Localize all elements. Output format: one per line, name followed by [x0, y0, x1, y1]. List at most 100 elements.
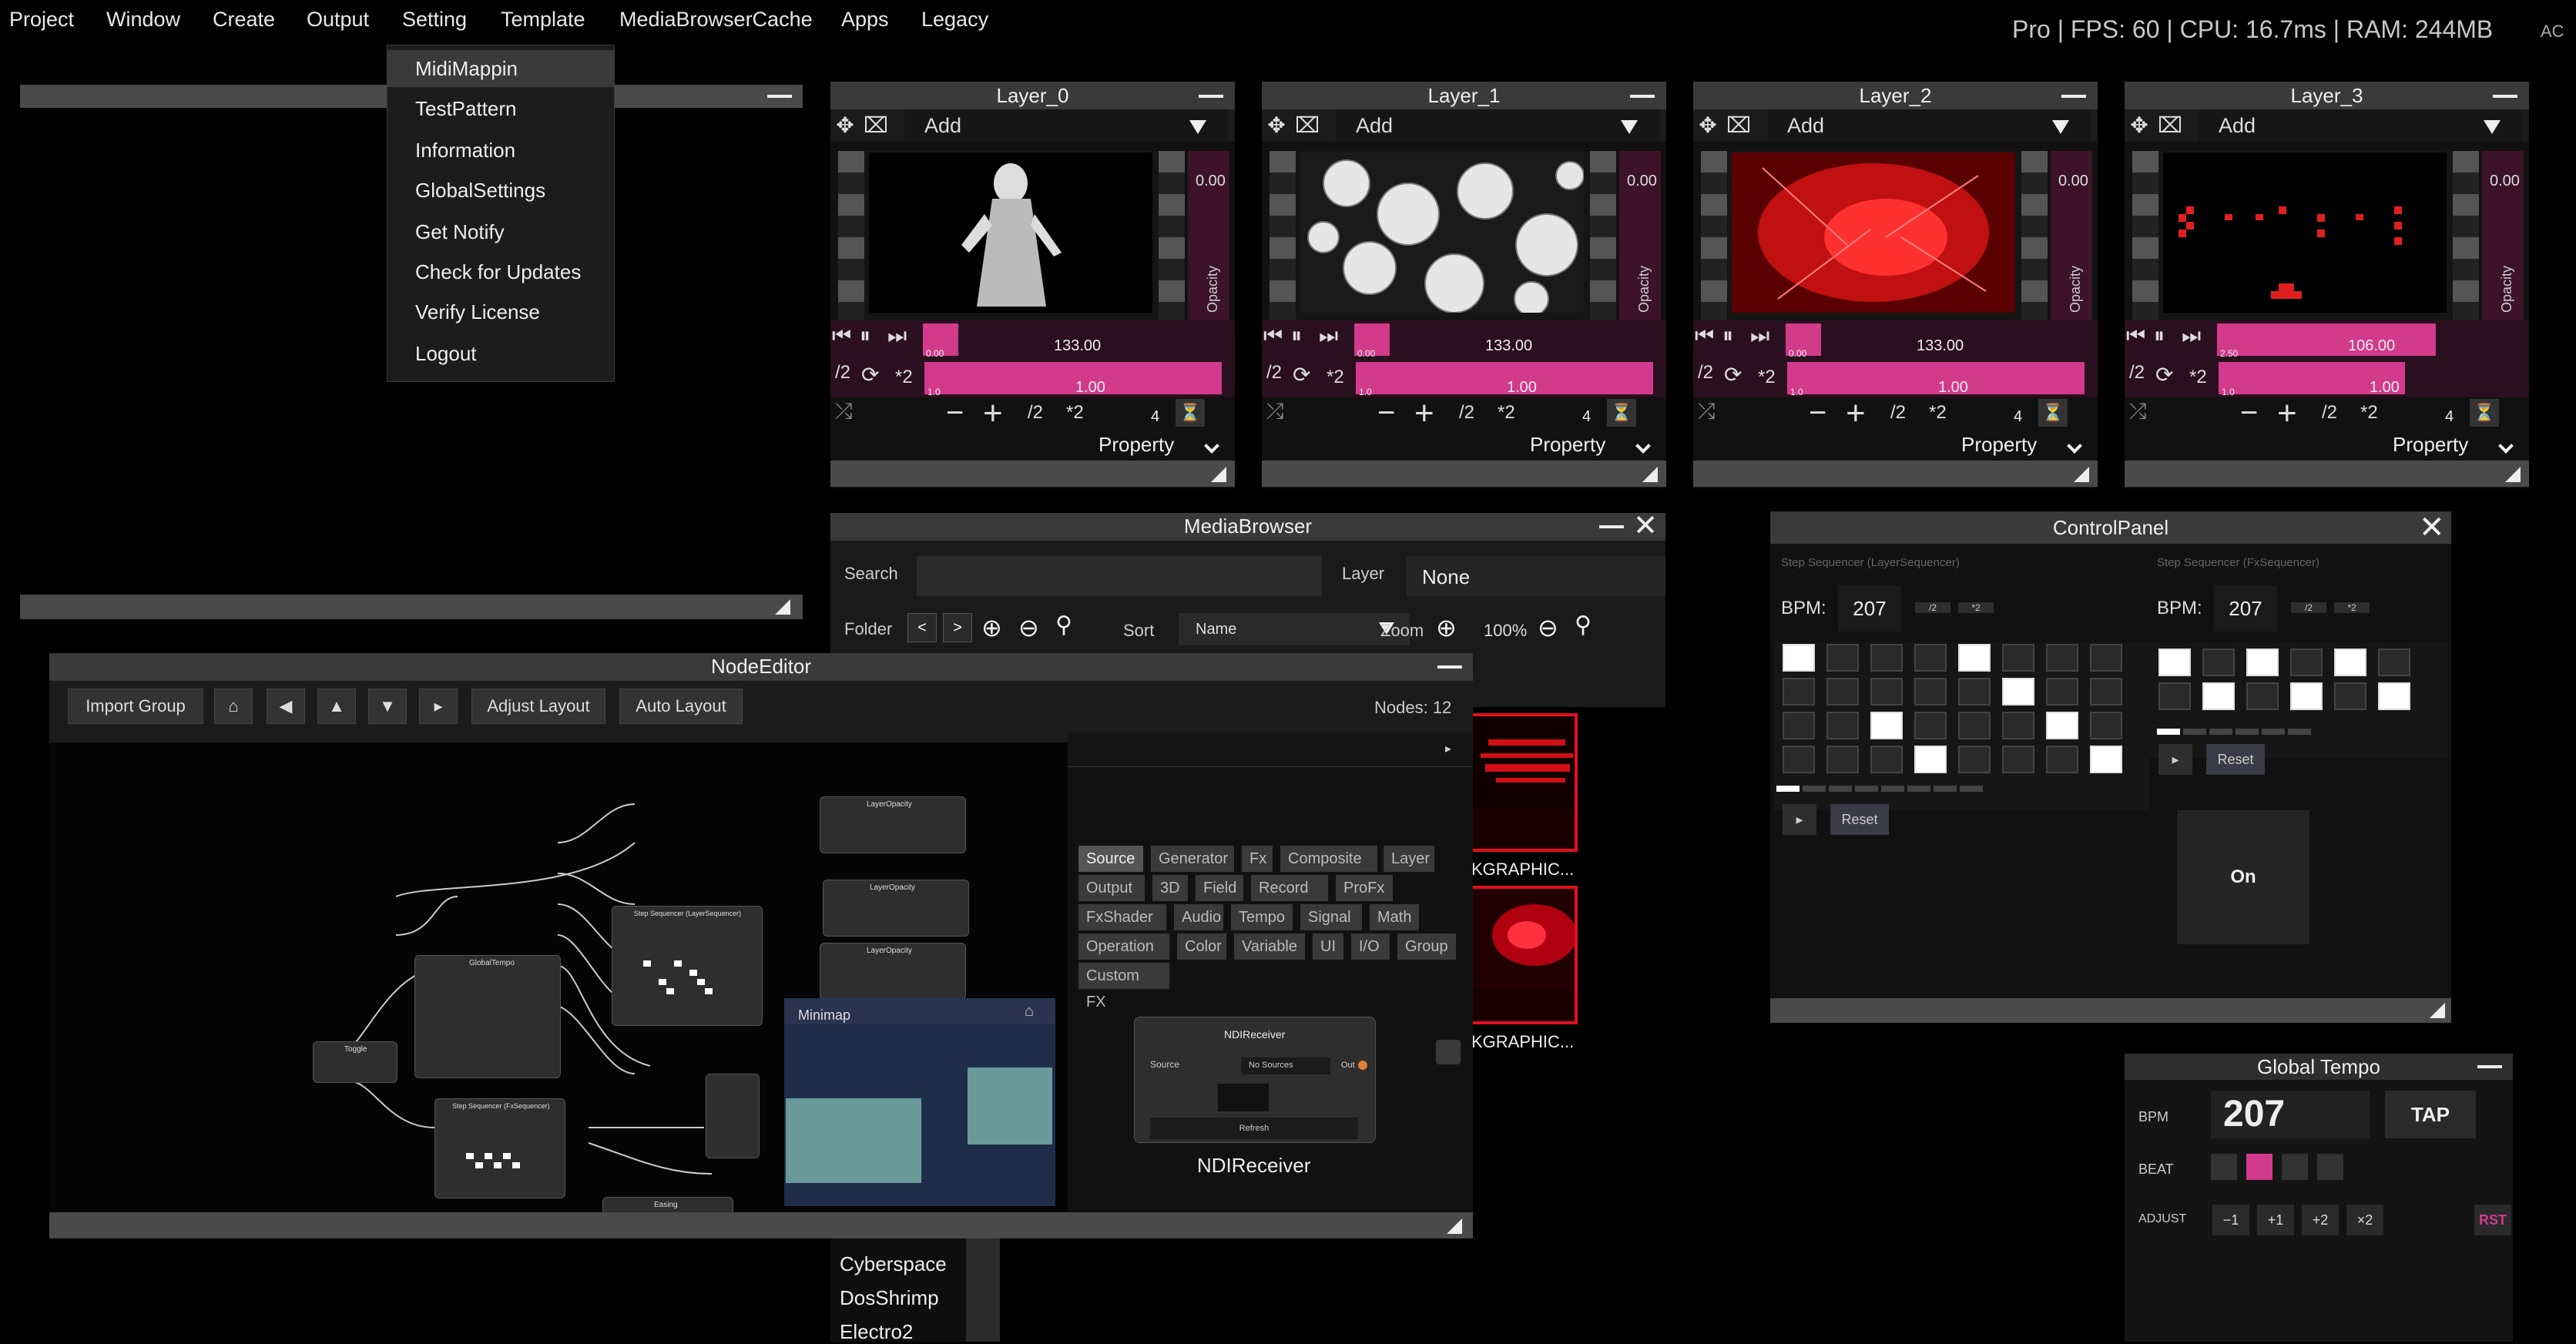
sequencer-step[interactable] — [1914, 678, 1947, 706]
step-double-button[interactable]: *2 — [1498, 402, 1515, 424]
add-select[interactable]: Add — [2199, 109, 2522, 142]
node-easing[interactable]: Easing — [602, 1197, 733, 1212]
category-tag-layer[interactable]: Layer — [1384, 846, 1434, 872]
repeat-icon[interactable]: ⟳ — [1724, 362, 1742, 387]
move-icon[interactable]: ✥ — [1263, 112, 1290, 139]
menu-mediabrowsercache[interactable]: MediaBrowserCache — [619, 8, 813, 32]
sequencer-step[interactable] — [2002, 644, 2034, 672]
ndi-refresh-button[interactable]: Refresh — [1150, 1118, 1358, 1139]
sequencer-step[interactable] — [2158, 649, 2191, 676]
media-thumbnail[interactable] — [1470, 886, 1578, 1024]
menu-item-check-for-updates[interactable]: Check for Updates — [387, 253, 614, 290]
add-select[interactable]: Add — [904, 109, 1228, 142]
ratio-double-button[interactable]: *2 — [1758, 367, 1776, 388]
pan-left-button[interactable]: ◀ — [267, 689, 305, 724]
step-double-button[interactable]: *2 — [1066, 402, 1084, 424]
resize-handle-icon[interactable] — [2074, 467, 2089, 482]
on-button[interactable]: On — [2177, 810, 2309, 944]
sequencer-step[interactable] — [1826, 746, 1859, 773]
step-double-button[interactable]: *2 — [2360, 402, 2378, 424]
category-tag-audio[interactable]: Audio — [1174, 904, 1223, 930]
sequencer-step[interactable] — [2290, 682, 2323, 710]
sequencer-step[interactable] — [2090, 678, 2122, 706]
category-tag-signal[interactable]: Signal — [1300, 904, 1362, 930]
resize-handle-icon[interactable] — [775, 599, 790, 615]
sequencer-step[interactable] — [2002, 746, 2034, 773]
metronome-icon[interactable]: ⏳ — [2038, 399, 2068, 427]
menu-item-testpattern[interactable]: TestPattern — [387, 90, 614, 127]
adjust-times2-button[interactable]: ×2 — [2346, 1205, 2383, 1235]
metronome-icon[interactable]: ⏳ — [1176, 399, 1205, 427]
pan-up-button[interactable]: ▲ — [317, 689, 356, 724]
node-step-sequencer-layer[interactable]: Step Sequencer (LayerSequencer) — [612, 906, 763, 1026]
minus-icon[interactable]: − — [946, 396, 964, 431]
sequencer-step[interactable] — [2090, 644, 2122, 672]
layer-thumbnail[interactable] — [1300, 152, 1585, 317]
resize-handle-icon[interactable] — [1211, 467, 1226, 482]
add-select[interactable]: Add — [1336, 109, 1659, 142]
sequencer-step[interactable] — [2246, 649, 2279, 676]
node-layer-opacity[interactable]: LayerOpacity — [820, 943, 966, 1000]
category-tag-fx[interactable]: Fx — [1242, 846, 1273, 872]
menu-apps[interactable]: Apps — [841, 8, 889, 32]
minus-icon[interactable]: − — [2240, 396, 2258, 431]
pan-down-button[interactable]: ▼ — [368, 689, 407, 724]
sequencer-step[interactable] — [2046, 712, 2078, 739]
node-step-sequencer-fx[interactable]: Step Sequencer (FxSequencer) — [434, 1098, 565, 1198]
minimize-icon[interactable] — [1199, 95, 1223, 98]
skip-forward-icon[interactable]: ⏭ — [2182, 323, 2201, 349]
ratio-half-button[interactable]: /2 — [1266, 362, 1282, 384]
bpm-double-button[interactable]: *2 — [2334, 602, 2370, 613]
category-tag-field[interactable]: Field — [1196, 875, 1243, 901]
sequencer-step[interactable] — [1914, 746, 1947, 773]
category-tag-group[interactable]: Group — [1397, 933, 1456, 960]
node-layer-opacity[interactable]: LayerOpacity — [823, 880, 969, 937]
category-tag-profx[interactable]: ProFx — [1336, 875, 1393, 901]
move-icon[interactable]: ✥ — [832, 112, 858, 139]
menu-item-midimappin[interactable]: MidiMappin — [387, 50, 614, 87]
bpm-half-button[interactable]: /2 — [2291, 602, 2326, 613]
fx-sequencer-play-button[interactable]: ▸ — [2158, 744, 2192, 775]
layer-select[interactable]: None — [1407, 556, 1665, 596]
step-double-button[interactable]: *2 — [1929, 402, 1947, 424]
sequencer-step[interactable] — [2046, 746, 2078, 773]
zoom-in-icon[interactable]: ⊕ — [1436, 613, 1457, 642]
sequencer-step[interactable] — [2290, 649, 2323, 676]
search-icon[interactable]: ⚲ — [1055, 612, 1086, 642]
move-icon[interactable]: ✥ — [1695, 112, 1721, 139]
skip-forward-icon[interactable]: ⏭ — [1750, 323, 1769, 349]
property-row[interactable]: Property — [2125, 428, 2529, 459]
adjust-plus1-button[interactable]: +1 — [2257, 1205, 2294, 1235]
pause-icon[interactable]: ⏸ — [1722, 323, 1733, 349]
sequencer-step[interactable] — [1870, 712, 1903, 739]
adjust-minus1-button[interactable]: −1 — [2212, 1205, 2249, 1235]
ratio-slider-fill[interactable] — [1356, 362, 1653, 394]
category-tag-variable[interactable]: Variable — [1234, 933, 1305, 960]
category-tag-fxshader[interactable]: FxShader — [1078, 904, 1166, 930]
metronome-icon[interactable]: ⏳ — [2470, 399, 2499, 427]
file-item[interactable]: DosShrimp — [840, 1286, 939, 1310]
plus-icon[interactable]: + — [1414, 394, 1434, 433]
fx-sequencer-reset-button[interactable]: Reset — [2206, 744, 2265, 775]
minimap-home-icon[interactable]: ⌂ — [1025, 1003, 1034, 1021]
sequencer-step[interactable] — [2158, 682, 2191, 710]
menu-output[interactable]: Output — [307, 8, 369, 32]
ratio-double-button[interactable]: *2 — [895, 367, 913, 388]
sequencer-step[interactable] — [1870, 746, 1903, 773]
sequencer-step[interactable] — [1870, 678, 1903, 706]
add-select[interactable]: Add — [1767, 109, 2091, 142]
move-icon[interactable]: ✥ — [2126, 112, 2152, 139]
adjust-layout-button[interactable]: Adjust Layout — [471, 689, 605, 724]
home-button[interactable]: ⌂ — [214, 689, 253, 724]
sequencer-step[interactable] — [2334, 682, 2366, 710]
zoom-out-icon[interactable]: ⊖ — [1018, 613, 1049, 644]
property-row[interactable]: Property — [830, 428, 1235, 459]
node-layer-opacity[interactable]: LayerOpacity — [820, 796, 966, 853]
sequencer-step[interactable] — [1958, 712, 1991, 739]
category-tag-math[interactable]: Math — [1370, 904, 1419, 930]
search-icon[interactable]: ⚲ — [1575, 612, 1592, 638]
search-input[interactable] — [917, 556, 1322, 596]
sequencer-step[interactable] — [1914, 712, 1947, 739]
layer-sequencer-play-button[interactable]: ▸ — [1783, 804, 1816, 835]
menu-create[interactable]: Create — [213, 8, 275, 32]
